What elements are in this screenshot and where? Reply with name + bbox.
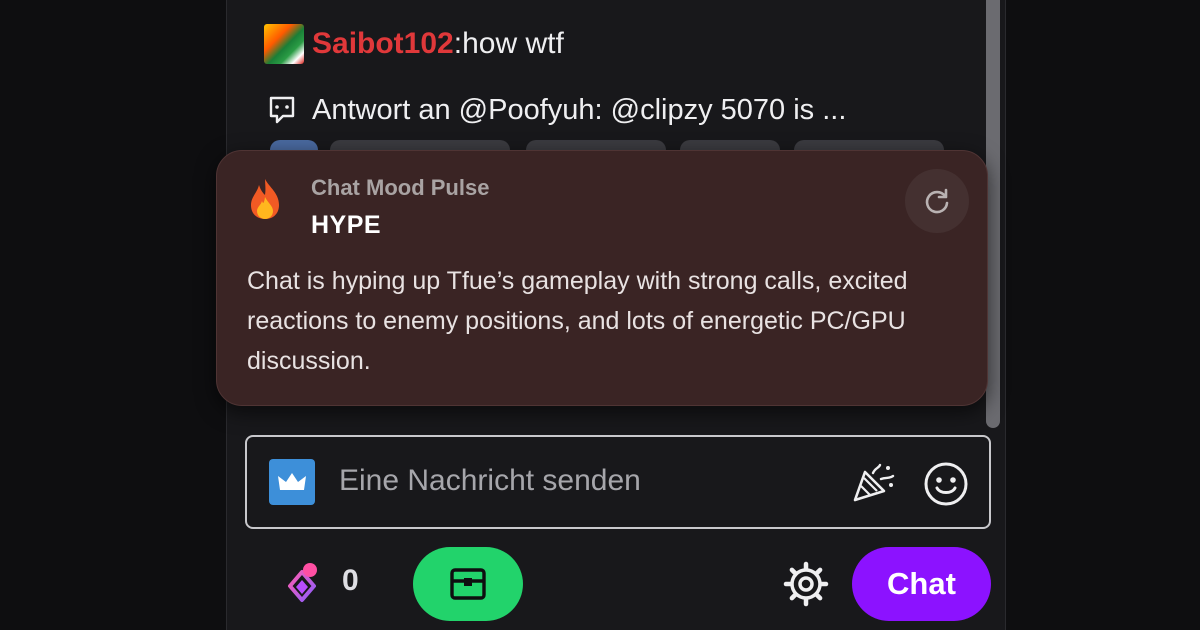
message-separator: : [453, 27, 463, 60]
refresh-icon [925, 188, 949, 214]
reply-text: Antwort an @Poofyuh: @clipzy 5070 is ... [312, 93, 847, 126]
chat-message: Saibot102 : how wtf [264, 24, 564, 64]
chat-input-placeholder[interactable]: Eine Nachricht senden [339, 464, 641, 498]
mood-label: HYPE [311, 211, 382, 239]
fire-icon [251, 179, 279, 219]
smiley-icon[interactable] [923, 461, 969, 507]
chat-input-box[interactable]: Eine Nachricht senden [245, 435, 991, 529]
message-username[interactable]: Saibot102 [312, 27, 454, 61]
reply-bubble-icon [269, 96, 295, 124]
chat-send-button[interactable]: Chat [852, 547, 991, 621]
crown-icon[interactable] [269, 459, 315, 505]
points-count: 0 [342, 564, 359, 597]
reply-line[interactable]: Antwort an @Poofyuh: @clipzy 5070 is ... [266, 90, 846, 130]
refresh-button[interactable] [905, 169, 969, 233]
vs-badge-icon [264, 24, 304, 64]
treasure-chest-icon [450, 568, 486, 600]
message-text: how wtf [462, 27, 564, 60]
drops-button[interactable] [413, 547, 523, 621]
mood-pulse-title: Chat Mood Pulse [311, 175, 490, 200]
channel-points-icon[interactable] [280, 560, 324, 604]
gear-icon[interactable] [782, 560, 830, 608]
chat-scrollbar[interactable] [986, 0, 1000, 428]
party-popper-icon[interactable] [851, 463, 895, 503]
mood-pulse-card: Chat Mood Pulse HYPE Chat is hyping up T… [216, 150, 988, 406]
mood-description: Chat is hyping up Tfue’s gameplay with s… [247, 267, 908, 375]
